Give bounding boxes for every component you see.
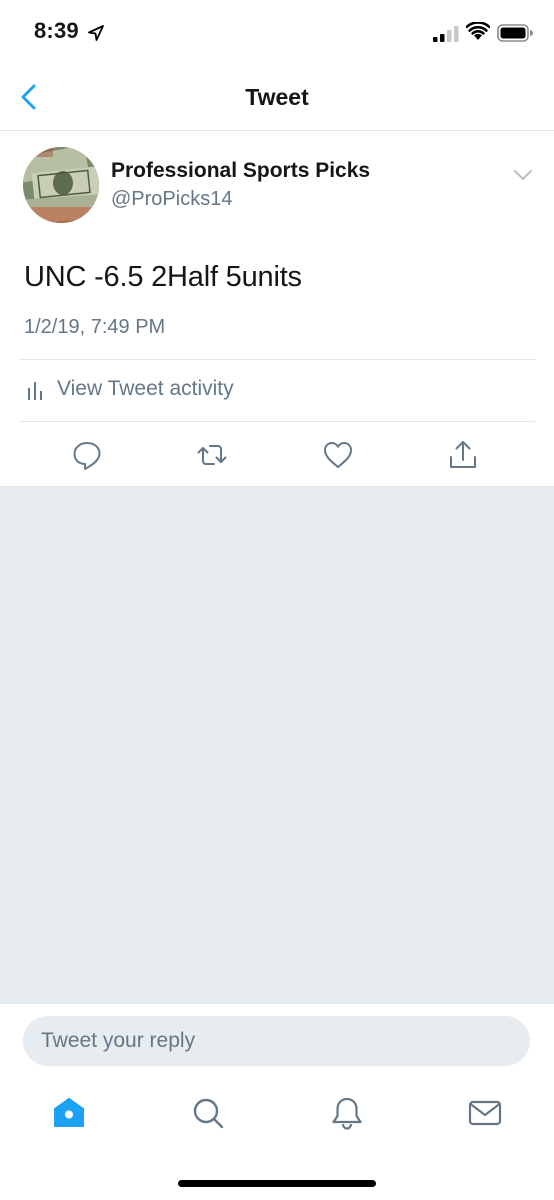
share-icon (450, 441, 476, 468)
reply-input[interactable] (23, 1016, 530, 1066)
messages-icon (468, 1100, 502, 1126)
tab-home[interactable] (51, 1095, 87, 1131)
money-avatar-image (23, 147, 99, 223)
like-button[interactable] (322, 439, 354, 471)
tweet-timestamp: 1/2/19, 7:49 PM (24, 316, 166, 338)
view-tweet-activity-button[interactable]: View Tweet activity (19, 361, 535, 421)
tweet-text: UNC -6.5 2Half 5units (24, 261, 302, 293)
tab-notifications[interactable] (329, 1095, 365, 1131)
avatar[interactable] (23, 147, 99, 223)
status-bar: 8:39 (0, 0, 554, 64)
screen: 8:39 Tweet Professional Sports Picks @Pr… (0, 0, 554, 1200)
replies-area (0, 487, 554, 1003)
retweet-icon (197, 445, 227, 465)
chevron-down-icon (514, 170, 532, 180)
cellular-signal-icon (433, 26, 459, 42)
battery-icon (497, 24, 533, 42)
view-tweet-activity-label: View Tweet activity (57, 377, 234, 400)
divider (19, 421, 535, 422)
nav-bar: Tweet (0, 64, 554, 131)
tab-bar (0, 1079, 554, 1200)
divider (19, 359, 535, 360)
tab-search[interactable] (190, 1095, 226, 1131)
share-button[interactable] (447, 439, 479, 471)
notifications-icon (332, 1097, 362, 1130)
tab-messages[interactable] (467, 1095, 503, 1131)
retweet-button[interactable] (196, 439, 228, 471)
home-indicator[interactable] (178, 1180, 376, 1187)
status-time: 8:39 (34, 18, 79, 43)
author-handle[interactable]: @ProPicks14 (111, 188, 232, 211)
tweet-actions (0, 423, 554, 486)
more-options-button[interactable] (512, 167, 534, 183)
page-title: Tweet (245, 84, 309, 110)
reply-button[interactable] (71, 439, 103, 471)
reply-icon (73, 442, 101, 470)
search-icon (193, 1098, 224, 1129)
reply-bar (0, 1003, 554, 1080)
author-name[interactable]: Professional Sports Picks (111, 159, 370, 183)
home-icon (54, 1098, 84, 1127)
like-icon (324, 442, 352, 468)
wifi-icon (466, 22, 490, 40)
location-arrow-icon (88, 25, 104, 41)
bar-chart-icon (28, 382, 42, 400)
